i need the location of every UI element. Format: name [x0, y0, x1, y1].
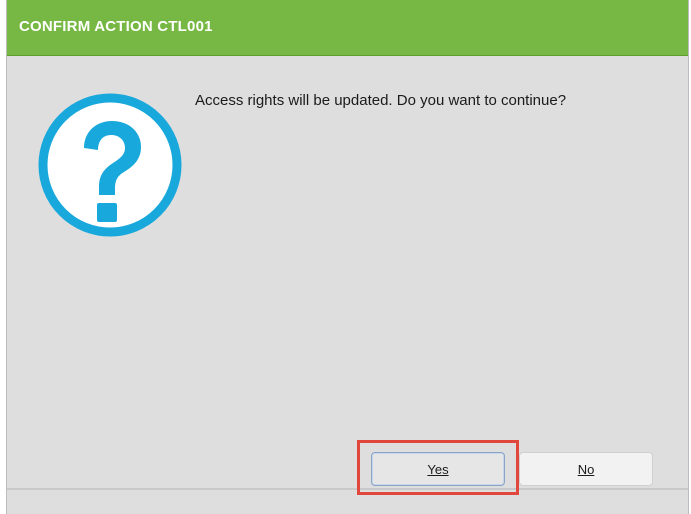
footer-divider	[7, 488, 688, 490]
no-button[interactable]: No	[519, 452, 653, 486]
dialog-titlebar: CONFIRM ACTION CTL001	[7, 0, 688, 56]
question-icon	[38, 93, 182, 237]
dialog-title: CONFIRM ACTION CTL001	[19, 18, 213, 35]
yes-button[interactable]: Yes	[371, 452, 505, 486]
dialog-message: Access rights will be updated. Do you wa…	[195, 92, 567, 109]
confirm-dialog: CONFIRM ACTION CTL001 Access rights will…	[6, 0, 689, 514]
